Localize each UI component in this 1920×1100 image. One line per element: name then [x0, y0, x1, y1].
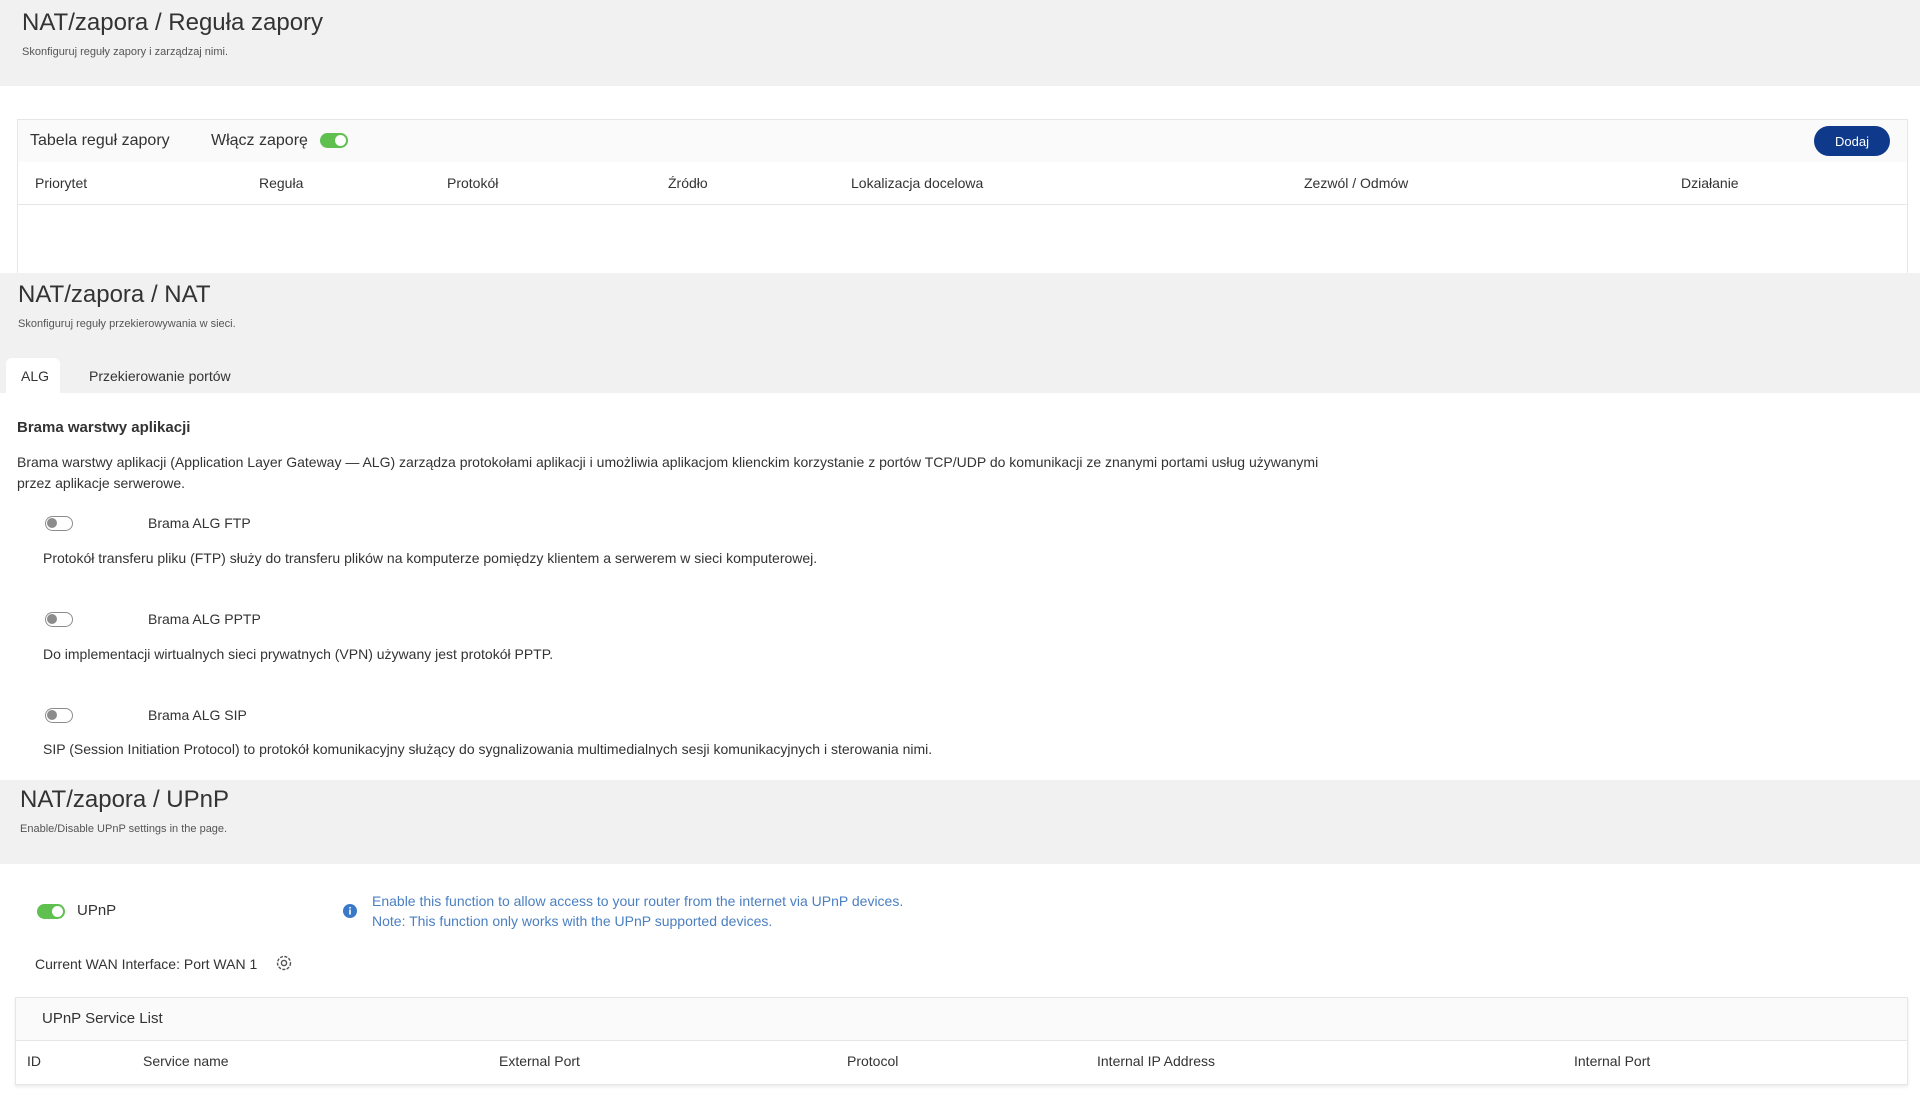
column-header: Internal IP Address	[1097, 1053, 1216, 1069]
firewall-page-subtitle: Skonfiguruj reguły zapory i zarządzaj ni…	[22, 46, 229, 58]
nat-page-subtitle: Skonfiguruj reguły przekierowywania w si…	[18, 318, 236, 330]
firewall-enable-label: Włącz zaporę	[211, 132, 308, 149]
column-header: Zezwól / Odmów	[1304, 175, 1409, 191]
firewall-rules-card: Tabela reguł zapory Włącz zaporę Dodaj P…	[17, 119, 1908, 274]
alg-pptp-label: Brama ALG PPTP	[148, 611, 261, 627]
upnp-page-title: NAT/zapora / UPnP	[20, 786, 229, 813]
upnp-info-line-1: Enable this function to allow access to …	[372, 893, 904, 909]
tab-alg[interactable]: ALG	[6, 358, 60, 393]
column-header: Protocol	[847, 1053, 899, 1069]
column-header: Internal Port	[1574, 1053, 1651, 1069]
upnp-toggle[interactable]	[37, 904, 65, 919]
upnp-header-band	[0, 780, 1920, 864]
column-header: Lokalizacja docelowa	[851, 175, 984, 191]
firewall-table-header: Tabela reguł zapory Włącz zaporę Dodaj	[18, 120, 1907, 163]
nat-header-band	[0, 273, 1920, 393]
gear-icon[interactable]	[275, 954, 293, 972]
firewall-enable-toggle[interactable]	[320, 133, 348, 148]
alg-sip-label: Brama ALG SIP	[148, 707, 247, 723]
column-header: Działanie	[1681, 175, 1739, 191]
info-icon	[343, 904, 357, 918]
tab-alg-label: ALG	[21, 368, 50, 384]
column-header: Service name	[143, 1053, 229, 1069]
alg-ftp-description: Protokół transferu pliku (FTP) służy do …	[43, 550, 818, 566]
wan-interface-text: Current WAN Interface: Port WAN 1	[35, 956, 258, 972]
upnp-service-list-card: UPnP Service List ID Service name Extern…	[15, 997, 1908, 1085]
upnp-toggle-label: UPnP	[77, 902, 117, 919]
firewall-table-title: Tabela reguł zapory	[30, 132, 170, 149]
alg-sip-description: SIP (Session Initiation Protocol) to pro…	[43, 741, 933, 757]
alg-pptp-toggle[interactable]	[45, 612, 73, 627]
alg-sip-toggle[interactable]	[45, 708, 73, 723]
upnp-service-list-title: UPnP Service List	[42, 1010, 163, 1027]
alg-section-title: Brama warstwy aplikacji	[17, 419, 191, 436]
tab-port-forwarding[interactable]: Przekierowanie portów	[89, 368, 231, 384]
alg-section-description: Brama warstwy aplikacji (Application Lay…	[17, 454, 1319, 491]
nat-page-title: NAT/zapora / NAT	[18, 281, 211, 308]
firewall-table-columns: Priorytet Reguła Protokół Źródło Lokaliz…	[18, 162, 1907, 205]
alg-ftp-toggle[interactable]	[45, 516, 73, 531]
column-header: Źródło	[668, 175, 708, 191]
upnp-service-list-header: UPnP Service List	[16, 998, 1907, 1041]
add-rule-button[interactable]: Dodaj	[1814, 126, 1890, 156]
column-header: Reguła	[259, 175, 304, 191]
column-header: External Port	[499, 1053, 580, 1069]
column-header: ID	[27, 1053, 41, 1069]
alg-ftp-label: Brama ALG FTP	[148, 515, 251, 531]
column-header: Protokół	[447, 175, 499, 191]
upnp-page-subtitle: Enable/Disable UPnP settings in the page…	[20, 823, 228, 835]
alg-pptp-description: Do implementacji wirtualnych sieci prywa…	[43, 646, 554, 662]
firewall-page-title: NAT/zapora / Reguła zapory	[22, 9, 324, 36]
upnp-info-line-2: Note: This function only works with the …	[372, 913, 773, 929]
column-header: Priorytet	[35, 175, 88, 191]
